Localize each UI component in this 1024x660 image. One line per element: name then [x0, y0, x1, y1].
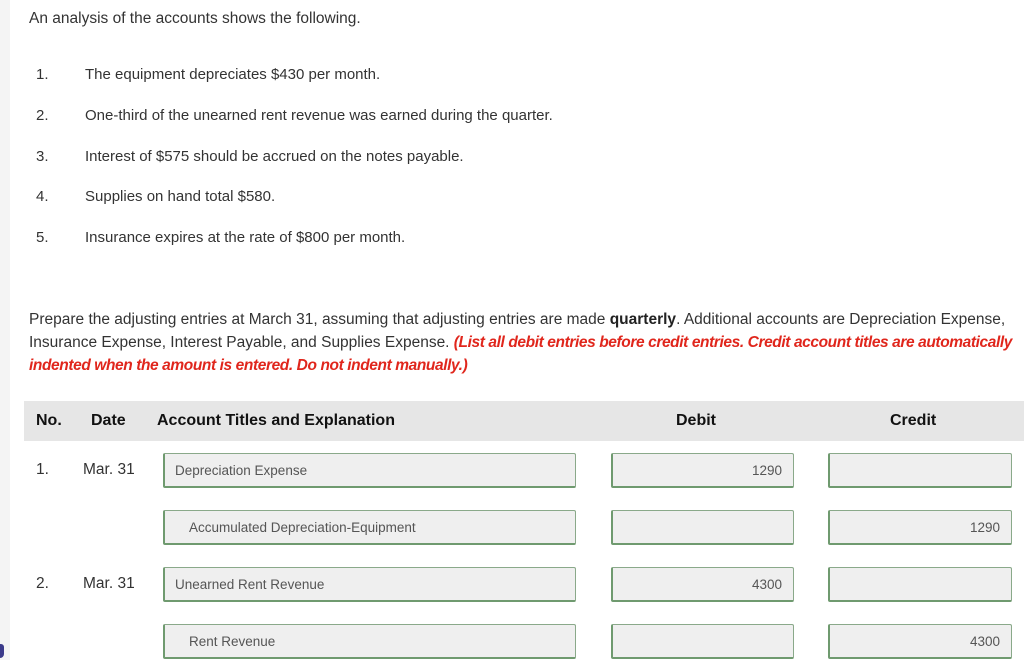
header-account: Account Titles and Explanation [157, 412, 395, 429]
entry-number: 1. [36, 461, 49, 478]
corner-mark [0, 644, 4, 658]
fact-text: One-third of the unearned rent revenue w… [85, 107, 553, 124]
instructions-emphasis: quarterly [609, 311, 677, 328]
intro-text: An analysis of the accounts shows the fo… [29, 10, 361, 27]
account-title-input[interactable] [163, 510, 576, 545]
instructions-text: Prepare the adjusting entries at March 3… [29, 311, 610, 328]
fact-number: 3. [36, 148, 49, 165]
entry-date: Mar. 31 [83, 575, 135, 592]
fact-number: 4. [36, 188, 49, 205]
debit-input[interactable] [611, 567, 794, 602]
header-date: Date [91, 412, 126, 429]
fact-item: 1. The equipment depreciates $430 per mo… [36, 66, 736, 86]
fact-number: 1. [36, 66, 49, 83]
fact-item: 4. Supplies on hand total $580. [36, 188, 736, 208]
fact-text: Insurance expires at the rate of $800 pe… [85, 229, 406, 246]
fact-item: 5. Insurance expires at the rate of $800… [36, 229, 736, 249]
debit-input[interactable] [611, 510, 794, 545]
header-no: No. [36, 412, 62, 429]
credit-input[interactable] [828, 624, 1012, 659]
debit-input[interactable] [611, 453, 794, 488]
credit-input[interactable] [828, 453, 1012, 488]
fact-text: Interest of $575 should be accrued on th… [85, 148, 464, 165]
fact-text: Supplies on hand total $580. [85, 188, 276, 205]
journal-table-header: No. Date Account Titles and Explanation … [24, 401, 1024, 441]
credit-input[interactable] [828, 510, 1012, 545]
account-title-input[interactable] [163, 567, 576, 602]
account-title-input[interactable] [163, 453, 576, 488]
fact-number: 2. [36, 107, 49, 124]
fact-item: 2. One-third of the unearned rent revenu… [36, 107, 736, 127]
left-margin-strip [0, 0, 10, 660]
fact-number: 5. [36, 229, 49, 246]
header-credit: Credit [890, 412, 937, 429]
entry-date: Mar. 31 [83, 461, 135, 478]
fact-text: The equipment depreciates $430 per month… [85, 66, 381, 83]
entry-number: 2. [36, 575, 49, 592]
debit-input[interactable] [611, 624, 794, 659]
credit-input[interactable] [828, 567, 1012, 602]
fact-item: 3. Interest of $575 should be accrued on… [36, 148, 736, 168]
account-title-input[interactable] [163, 624, 576, 659]
instructions: Prepare the adjusting entries at March 3… [29, 308, 1019, 377]
header-debit: Debit [676, 412, 716, 429]
